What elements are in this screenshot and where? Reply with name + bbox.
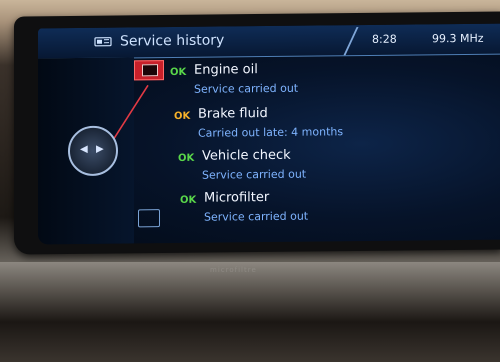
item-detail: Service carried out — [202, 167, 307, 182]
item-name: Vehicle check — [202, 147, 291, 164]
manual-icon[interactable] — [138, 209, 160, 228]
item-detail: Carried out late: 4 months — [198, 125, 344, 140]
status-badge: OK — [170, 66, 187, 79]
arrow-left-icon: ◀ — [80, 143, 88, 155]
status-bar: Service history 8:28 99.3 MHz — [38, 23, 500, 60]
status-badge: OK — [174, 110, 191, 122]
item-detail: Service carried out — [204, 209, 309, 224]
status-badge: OK — [178, 152, 195, 164]
trim-brand-mark: microfiltre — [210, 266, 257, 274]
status-badge: OK — [180, 194, 197, 206]
item-name: Microfilter — [204, 189, 270, 206]
arrow-right-icon: ▶ — [96, 143, 104, 155]
page-title: Service history — [120, 32, 225, 50]
radio-frequency: 99.3 MHz — [432, 31, 484, 46]
clock: 8:28 — [372, 32, 397, 46]
vehicle-service-icon — [94, 37, 112, 47]
header-divider — [343, 26, 373, 56]
wood-trim — [0, 262, 500, 362]
item-name: Engine oil — [194, 62, 258, 78]
engine-oil-icon[interactable] — [134, 60, 164, 81]
item-name: Brake fluid — [198, 106, 268, 122]
idrive-screen: Service history 8:28 99.3 MHz ◀ ▶ OK Eng… — [38, 23, 500, 245]
idrive-controller-icon[interactable]: ◀ ▶ — [68, 125, 118, 177]
selection-connector-line — [111, 84, 149, 143]
item-detail: Service carried out — [194, 81, 299, 96]
